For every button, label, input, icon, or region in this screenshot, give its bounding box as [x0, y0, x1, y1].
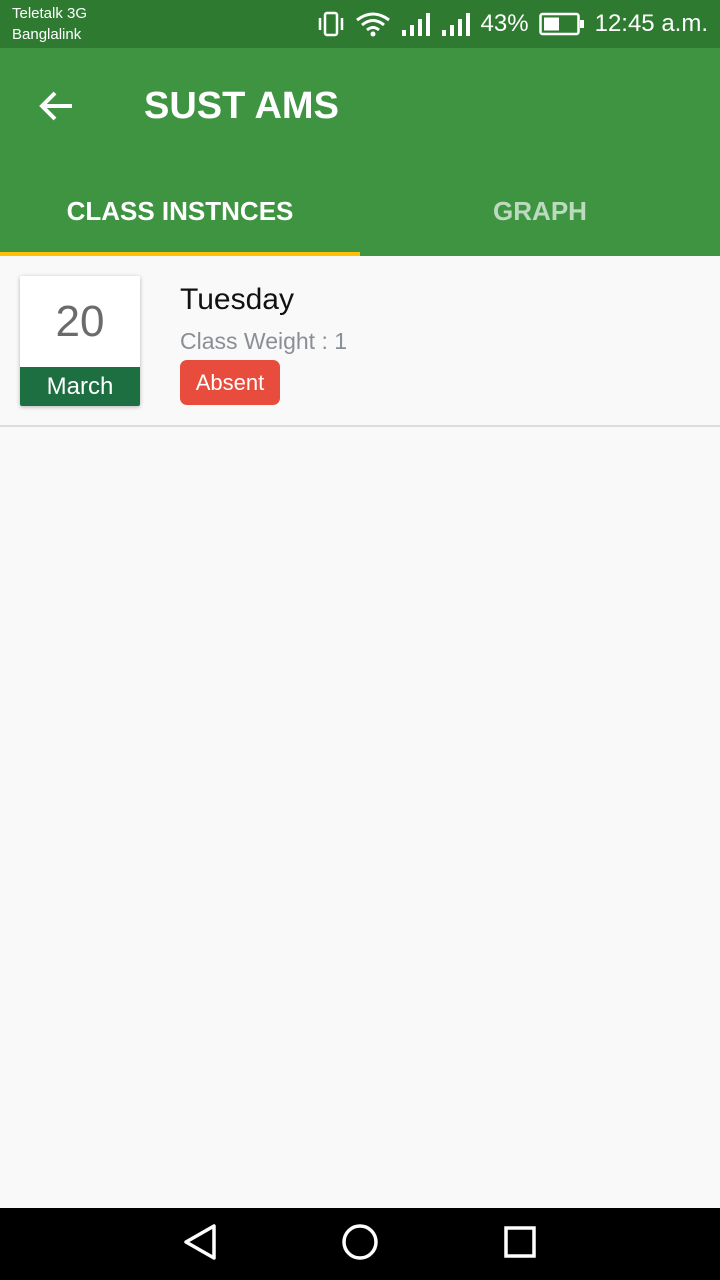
tab-graph[interactable]: GRAPH: [360, 170, 720, 256]
vibrate-icon: [317, 11, 345, 37]
home-circle-icon: [341, 1223, 379, 1266]
recents-square-icon: [503, 1225, 537, 1264]
nav-recents-button[interactable]: [496, 1222, 544, 1266]
navigation-bar: [0, 1208, 720, 1280]
app-bar: SUST AMS CLASS INSTNCES GRAPH: [0, 48, 720, 256]
back-button[interactable]: [28, 80, 84, 136]
nav-home-button[interactable]: [336, 1222, 384, 1266]
date-day: 20: [55, 296, 105, 346]
weekday-label: Tuesday: [180, 283, 294, 316]
signal-icon: [441, 11, 471, 37]
date-card: 20 March: [20, 276, 140, 406]
status-icons: 43% 12:45 a.m.: [317, 0, 708, 48]
app-title: SUST AMS: [144, 85, 339, 127]
carrier-primary: Teletalk 3G: [12, 5, 88, 22]
nav-back-button[interactable]: [176, 1222, 224, 1266]
class-instance-item[interactable]: 20 March Tuesday Class Weight : 1 Absent: [0, 256, 720, 427]
signal-icon: [401, 11, 431, 37]
class-weight-label: Class Weight : 1: [180, 328, 348, 354]
battery-icon: [538, 12, 585, 36]
tab-bar: CLASS INSTNCES GRAPH: [0, 170, 720, 256]
attendance-status-badge: Absent: [180, 360, 280, 405]
arrow-back-icon: [38, 90, 74, 127]
back-triangle-icon: [182, 1223, 218, 1266]
carrier-secondary: Banglalink: [12, 26, 82, 43]
date-month: March: [20, 367, 140, 406]
wifi-icon: [355, 11, 391, 37]
battery-percent: 43%: [480, 10, 529, 37]
clock: 12:45 a.m.: [594, 10, 708, 37]
status-bar: Teletalk 3G Banglalink 43% 12:45 a.m.: [0, 0, 720, 48]
tab-class-instances[interactable]: CLASS INSTNCES: [0, 170, 360, 256]
